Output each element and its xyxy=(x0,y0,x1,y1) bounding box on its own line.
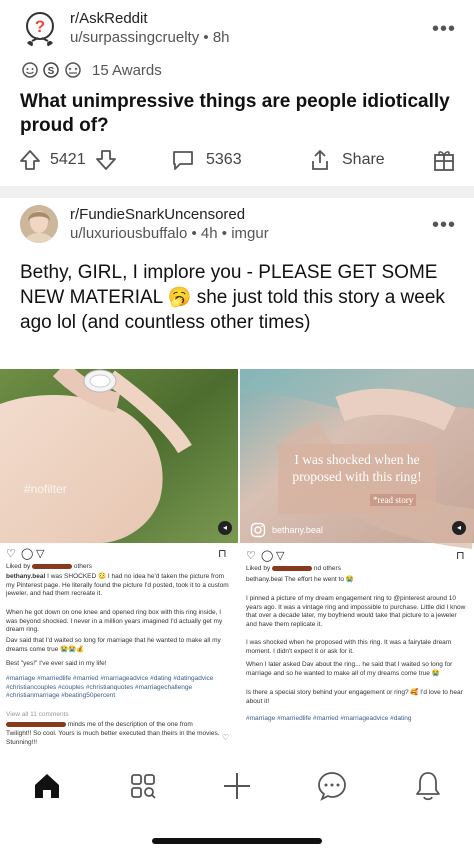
right-caption-panel: ♡ ◯ ▽ ⊓ Liked by nd others bethany.beal … xyxy=(244,545,470,758)
svg-text:?: ? xyxy=(35,17,45,36)
post-meta: u/surpassingcruelty • 8h xyxy=(70,29,230,46)
post-source[interactable]: imgur xyxy=(231,225,269,242)
user-avatar[interactable] xyxy=(20,205,58,243)
downvote-icon[interactable] xyxy=(94,148,118,172)
award-button[interactable] xyxy=(432,140,456,180)
send-icon[interactable]: ▽ xyxy=(276,549,284,562)
share-label: Share xyxy=(342,151,385,168)
bookmark-icon[interactable]: ⊓ xyxy=(456,549,465,562)
redacted-mark xyxy=(6,721,66,727)
subreddit-name[interactable]: r/AskReddit xyxy=(70,10,148,27)
communities-tab[interactable] xyxy=(123,766,163,806)
comment-icon xyxy=(173,151,193,170)
wholesome-award-icon xyxy=(65,62,81,78)
post-title[interactable]: What unimpressive things are people idio… xyxy=(20,90,450,138)
liked-by: Liked by nd others xyxy=(246,565,341,572)
post-askreddit[interactable]: ? r/AskReddit u/surpassingcruelty • 8h •… xyxy=(0,0,474,186)
bookmark-icon[interactable]: ⊓ xyxy=(218,547,227,560)
caption-paragraph-4: When I later asked Dav about the ring...… xyxy=(246,661,453,677)
username[interactable]: u/surpassingcruelty xyxy=(70,29,199,46)
awards-count: 15 Awards xyxy=(92,61,162,79)
home-icon xyxy=(35,774,59,798)
redacted-mark xyxy=(32,563,73,569)
communities-icon xyxy=(131,774,156,799)
caption-paragraph-4: Best "yes!" I've ever said in my life! xyxy=(6,660,107,667)
post-image[interactable]: #nofilter ◂ ♡ ◯ ▽ ⊓ Liked by others beth… xyxy=(0,369,474,758)
post-fundiesnark[interactable]: r/FundieSnarkUncensored u/luxuriousbuffa… xyxy=(0,198,474,758)
chat-icon xyxy=(318,772,346,801)
svg-text:S: S xyxy=(48,66,55,77)
caption-text: bethany.beal I was SHOCKED 😳 I had no id… xyxy=(6,573,229,597)
hashtags: #marriage #marriedlife #married #marriag… xyxy=(246,715,412,722)
username[interactable]: u/luxuriousbuffalo xyxy=(70,225,187,242)
comment-line-2: Twilight!! So cool. Yours is much better… xyxy=(6,730,220,746)
caption-paragraph-3: Dav said that I'd waited so long for mar… xyxy=(6,637,221,653)
vote-group: 5421 xyxy=(18,140,118,180)
bottom-navigation xyxy=(0,758,474,814)
right-post-actions: ♡ ◯ ▽ ⊓ xyxy=(246,549,468,563)
nofilter-overlay: #nofilter xyxy=(24,482,67,496)
caption-paragraph-2: I pinned a picture of my dream engagemen… xyxy=(246,595,466,628)
instagram-icon xyxy=(250,522,266,538)
awards-row[interactable]: S 15 Awards xyxy=(20,59,162,81)
redacted-mark xyxy=(272,565,313,571)
comment-icon[interactable]: ◯ xyxy=(21,547,33,560)
vote-count: 5421 xyxy=(50,151,86,168)
comment-like-icon[interactable]: ♡ xyxy=(222,733,229,742)
home-tab[interactable] xyxy=(27,766,67,806)
more-options-icon[interactable]: ••• xyxy=(432,18,456,41)
caption-paragraph-5: Is there a special story behind your eng… xyxy=(246,689,463,705)
left-caption-panel: ♡ ◯ ▽ ⊓ Liked by others bethany.beal I w… xyxy=(4,545,232,758)
upvote-icon[interactable] xyxy=(18,148,42,172)
comments-button[interactable]: 5363 xyxy=(170,140,242,180)
liked-by: Liked by others xyxy=(6,563,92,570)
read-story-label: *read story xyxy=(370,494,417,506)
caption-paragraph-2: When he got down on one knee and opened … xyxy=(6,609,223,633)
post-title[interactable]: Bethy, GIRL, I implore you - PLEASE GET … xyxy=(20,260,450,335)
hashtags: #marriage #marriedlife #married #marriag… xyxy=(6,675,214,699)
comment-icon[interactable]: ◯ xyxy=(261,549,273,562)
post-age: 4h xyxy=(200,225,218,242)
silver-award-icon: S xyxy=(43,62,59,78)
account-name: bethany.beal xyxy=(272,525,323,535)
subreddit-avatar[interactable]: ? xyxy=(20,8,60,48)
video-mute-icon[interactable]: ◂ xyxy=(452,521,466,535)
home-indicator[interactable] xyxy=(152,838,322,844)
user-photo-icon xyxy=(20,205,58,243)
send-icon[interactable]: ▽ xyxy=(36,547,44,560)
post-age: 8h xyxy=(212,29,230,46)
view-comments-link[interactable]: View all 11 comments xyxy=(6,711,230,720)
post-meta: u/luxuriousbuffalo • 4h • imgur xyxy=(70,225,269,242)
overlay-headline: I was shocked when he proposed with this… xyxy=(292,452,422,484)
plus-icon xyxy=(224,773,250,799)
comment-line-1: minds me of the description of the one f… xyxy=(6,721,230,730)
like-icon[interactable]: ♡ xyxy=(246,549,256,562)
inbox-tab[interactable] xyxy=(408,766,448,806)
gift-award-icon xyxy=(434,151,454,171)
post-actions: 5421 5363 Share xyxy=(0,140,474,180)
share-button[interactable]: Share xyxy=(308,140,385,180)
caption-text: bethany.beal The effort he went to 😭 xyxy=(246,576,354,583)
account-row[interactable]: bethany.beal xyxy=(250,522,323,538)
chat-tab[interactable] xyxy=(312,766,352,806)
comment-count: 5363 xyxy=(206,151,242,168)
post-separator xyxy=(0,186,474,198)
left-post-actions: ♡ ◯ ▽ ⊓ xyxy=(6,547,230,561)
subreddit-name[interactable]: r/FundieSnarkUncensored xyxy=(70,206,245,223)
award-icon xyxy=(22,62,38,78)
like-icon[interactable]: ♡ xyxy=(6,547,16,560)
askreddit-icon: ? xyxy=(26,12,54,47)
more-options-icon[interactable]: ••• xyxy=(432,214,456,237)
caption-paragraph-3: I was shocked when he proposed with this… xyxy=(246,639,452,655)
video-mute-icon[interactable]: ◂ xyxy=(218,521,232,535)
bell-icon xyxy=(416,772,440,801)
share-icon xyxy=(312,149,328,170)
create-post-tab[interactable] xyxy=(217,766,257,806)
